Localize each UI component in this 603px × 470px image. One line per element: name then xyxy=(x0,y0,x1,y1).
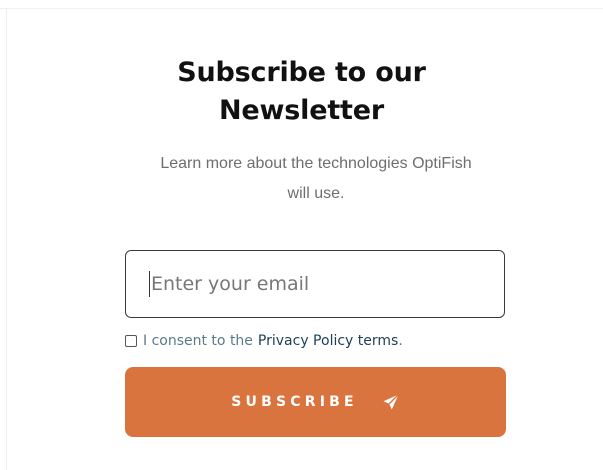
subtitle-line-2: will use. xyxy=(287,185,345,202)
subtitle-line-1: Learn more about the technologies OptiFi… xyxy=(160,155,472,172)
consent-period: . xyxy=(398,333,403,349)
send-icon xyxy=(383,394,399,410)
privacy-policy-link[interactable]: Privacy Policy terms xyxy=(258,333,398,349)
title-line-2: Newsletter xyxy=(219,95,384,126)
newsletter-title: Subscribe to our Newsletter xyxy=(0,54,603,130)
newsletter-subtitle: Learn more about the technologies OptiFi… xyxy=(130,149,502,209)
subscribe-button[interactable]: SUBSCRIBE xyxy=(125,367,506,437)
email-field[interactable] xyxy=(125,250,505,318)
email-input[interactable] xyxy=(151,273,471,295)
consent-label: I consent to the xyxy=(143,333,253,349)
consent-row: I consent to the Privacy Policy terms. xyxy=(125,331,403,351)
newsletter-signup-card: Subscribe to our Newsletter Learn more a… xyxy=(0,0,603,470)
text-cursor xyxy=(149,271,150,297)
title-line-1: Subscribe to our xyxy=(177,57,426,88)
subscribe-button-label: SUBSCRIBE xyxy=(231,394,358,410)
consent-checkbox[interactable] xyxy=(125,335,137,347)
